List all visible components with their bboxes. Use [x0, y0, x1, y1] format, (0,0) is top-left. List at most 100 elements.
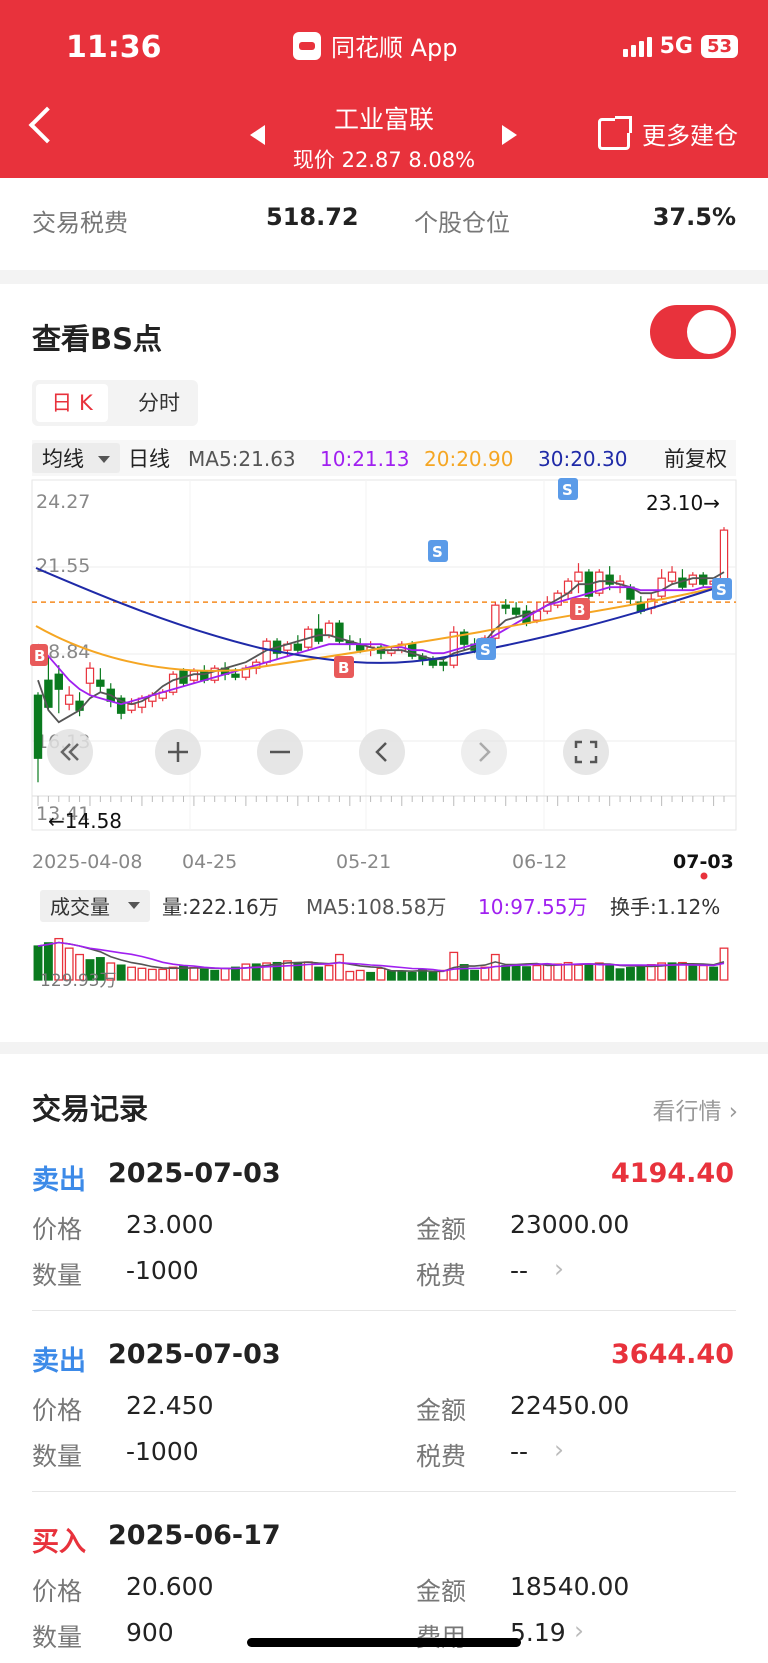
volume-bar — [553, 963, 563, 981]
volume-bar — [168, 966, 178, 981]
records-title: 交易记录 — [32, 1092, 149, 1126]
volume-ma5: MA5:108.58万 — [306, 895, 446, 919]
candle[interactable] — [64, 694, 74, 705]
candle[interactable] — [501, 604, 510, 609]
fullscreen-button[interactable] — [563, 729, 609, 775]
candle[interactable] — [511, 607, 521, 615]
scroll-left-button[interactable] — [359, 729, 405, 775]
amount-value: 23000.00 — [510, 1210, 630, 1239]
ma10-label: 10:21.13 — [320, 447, 409, 471]
trade-date: 2025-07-03 — [108, 1158, 281, 1189]
candle[interactable] — [439, 661, 448, 666]
candle[interactable] — [657, 577, 666, 597]
volume-bar — [709, 966, 719, 981]
fee-label: 税费 — [416, 1261, 467, 1290]
ma20-label: 20:20.90 — [424, 447, 513, 471]
volume-bar — [532, 964, 542, 981]
volume-bar — [397, 970, 407, 981]
record-divider — [32, 1491, 736, 1492]
volume-bar — [574, 964, 583, 981]
volume-axis-label: 129.93万 — [40, 971, 116, 991]
amount-value: 18540.00 — [510, 1572, 630, 1601]
tab-day-k[interactable]: 日 K — [36, 384, 108, 422]
trade-type: 买入 — [32, 1527, 86, 1558]
sell-marker-letter: S — [716, 581, 727, 599]
price-tick-2: 21.55 — [36, 555, 90, 577]
volume-bar — [511, 964, 521, 981]
view-market-label: 看行情 — [652, 1099, 722, 1125]
fee-label: 税费 — [416, 1442, 467, 1471]
candle[interactable] — [667, 571, 677, 582]
volume-bar — [137, 967, 147, 981]
app-icon — [293, 31, 321, 60]
volume-bar — [542, 963, 552, 981]
turnover: 换手:1.12% — [610, 895, 720, 919]
buy-marker-letter: B — [574, 601, 585, 619]
position-label: 个股仓位 — [414, 209, 510, 237]
fee-value: -- — [510, 1256, 529, 1285]
scroll-right-button[interactable] — [461, 729, 507, 775]
candle[interactable] — [574, 571, 583, 582]
volume-bar — [127, 966, 136, 981]
trade-date: 2025-07-03 — [108, 1339, 281, 1370]
volume-bar — [480, 966, 490, 981]
chart-tabs: 日 K 分时 — [32, 380, 198, 426]
more-button[interactable]: 更多建仓 — [598, 115, 738, 151]
section-divider — [0, 1042, 768, 1054]
volume-bar — [220, 967, 230, 981]
volume-bar — [147, 968, 157, 981]
candle[interactable] — [33, 694, 43, 759]
candle[interactable] — [231, 673, 240, 678]
trade-pnl: 3644.40 — [611, 1339, 734, 1370]
price-value: 23.000 — [126, 1210, 214, 1239]
volume-bar — [189, 967, 199, 981]
volume-value: 量:222.16万 — [162, 895, 279, 919]
qty-label: 数量 — [32, 1623, 83, 1652]
signal-icon — [622, 36, 652, 57]
view-market-link[interactable]: 看行情 › — [652, 1092, 738, 1126]
volume-bar — [334, 953, 344, 981]
period-label: 日线 — [128, 447, 170, 471]
candle[interactable] — [85, 667, 95, 684]
kline-chart[interactable]: 均线 日线 MA5:21.63 10:21.13 20:20.90 30:20.… — [0, 436, 768, 1050]
price-tick-1: 24.27 — [36, 491, 90, 513]
candle[interactable] — [699, 574, 708, 585]
candle[interactable] — [324, 622, 334, 636]
trade-type: 卖出 — [32, 1346, 86, 1377]
volume-bar — [615, 968, 625, 981]
volume-ma10: 10:97.55万 — [478, 895, 587, 919]
trade-date: 2025-06-17 — [108, 1520, 281, 1551]
date-label-4: 06-12 — [512, 851, 567, 873]
volume-bar — [314, 966, 324, 981]
qty-label: 数量 — [32, 1261, 83, 1290]
buy-marker-letter: B — [34, 647, 45, 665]
share-icon — [598, 115, 632, 150]
bs-toggle[interactable] — [650, 305, 736, 359]
current-date-dot — [700, 872, 708, 880]
volume-bar — [501, 964, 511, 981]
sell-marker-letter: S — [480, 641, 491, 659]
volume-bar — [428, 971, 438, 981]
candle[interactable] — [54, 673, 63, 690]
candle[interactable] — [293, 643, 303, 651]
bs-title: 查看BS点 — [32, 322, 162, 356]
more-label: 更多建仓 — [642, 122, 738, 150]
avg-line-selector[interactable]: 均线 — [42, 447, 84, 471]
candle[interactable] — [127, 703, 136, 711]
volume-bar — [116, 964, 126, 981]
adjust-label[interactable]: 前复权 — [664, 447, 727, 471]
price-value: 22.450 — [126, 1391, 214, 1420]
clock: 11:36 — [66, 30, 162, 65]
tax-label: 交易税费 — [32, 209, 128, 237]
trade-type: 卖出 — [32, 1165, 86, 1196]
candle[interactable] — [96, 679, 105, 687]
tab-intraday[interactable]: 分时 — [124, 384, 194, 422]
amount-label: 金额 — [416, 1577, 467, 1606]
fee-label: 费用 — [416, 1618, 466, 1654]
app-indicator[interactable]: 同花顺 App — [293, 28, 458, 63]
volume-bar — [522, 966, 531, 981]
qty-value: -1000 — [126, 1437, 199, 1466]
high-annotation: 23.10→ — [646, 491, 720, 515]
volume-bar — [376, 967, 386, 981]
buy-marker-letter: B — [338, 659, 349, 677]
